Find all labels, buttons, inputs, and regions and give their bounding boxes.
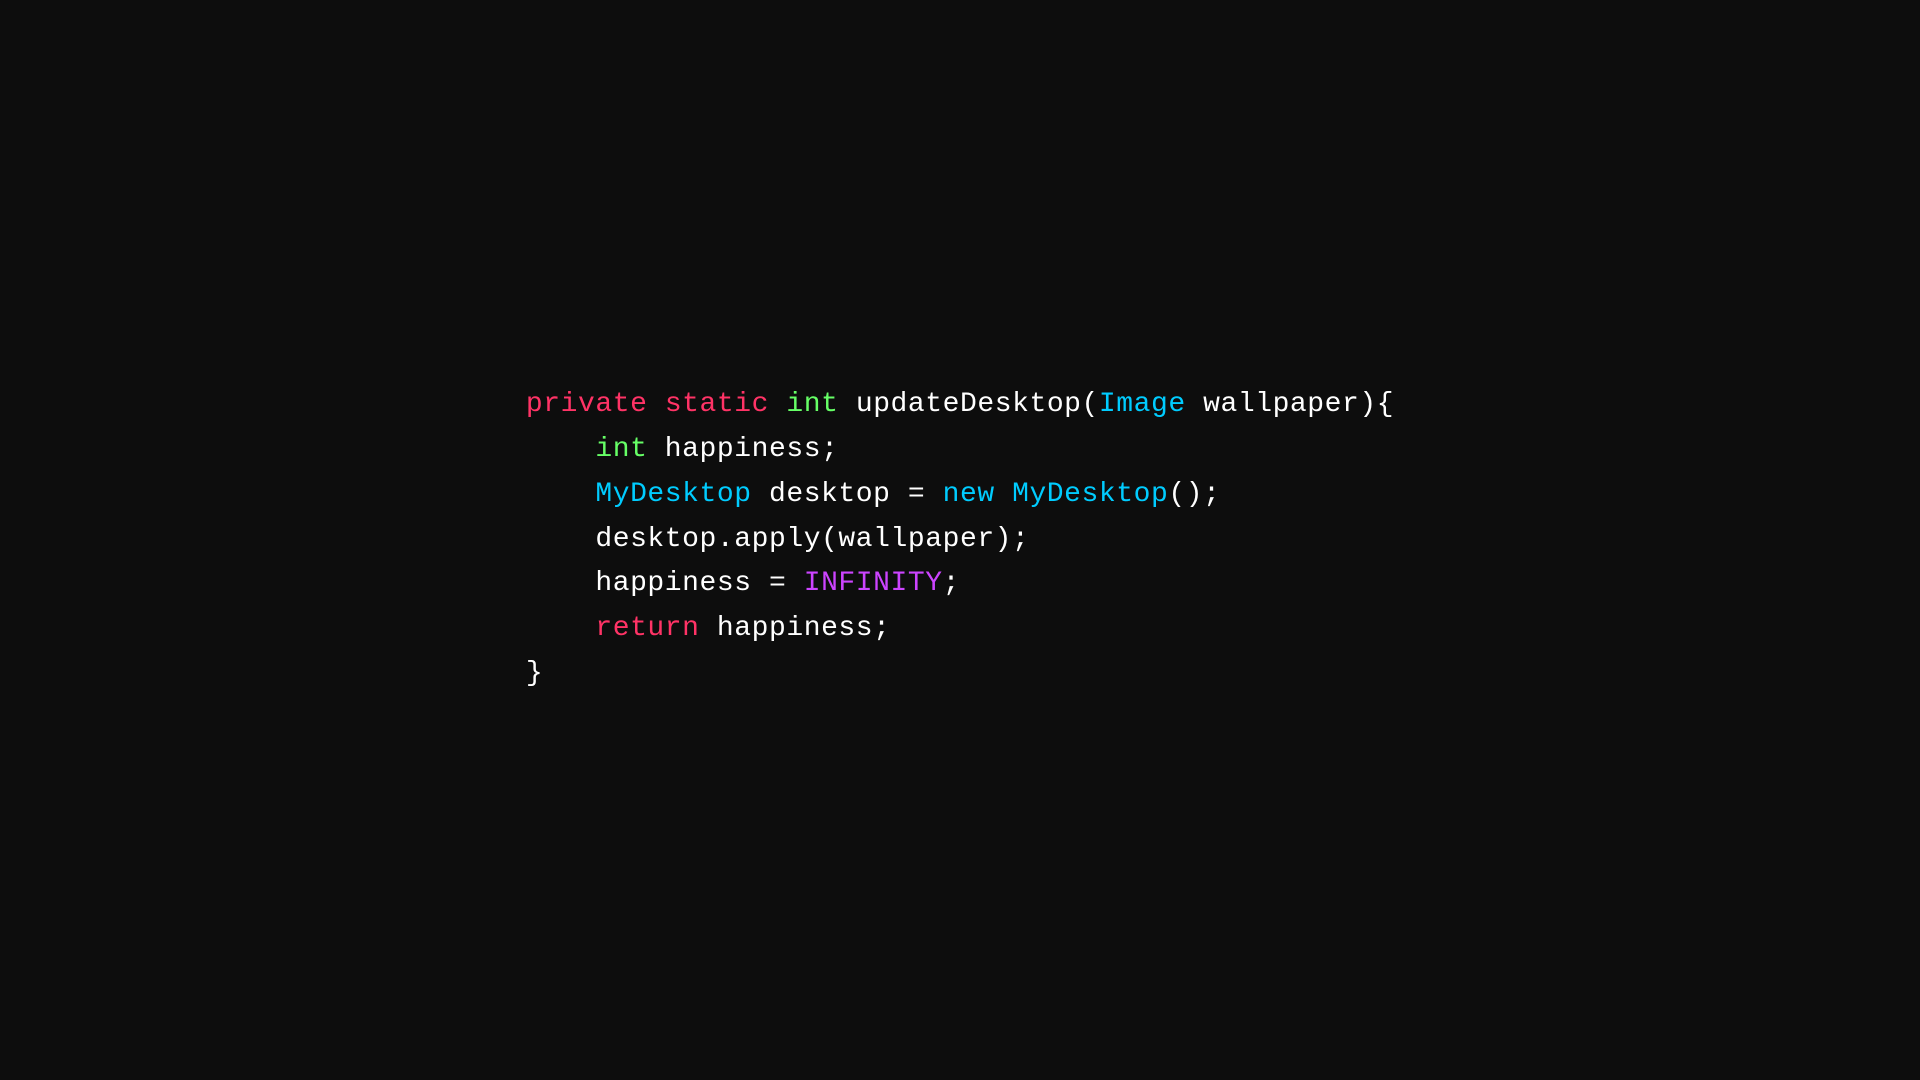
code-token: new	[943, 479, 995, 510]
code-token: }	[526, 658, 543, 689]
code-token: happiness =	[526, 568, 804, 599]
code-token: ();	[1168, 479, 1220, 510]
code-token	[526, 479, 595, 510]
code-token: int	[786, 389, 838, 420]
code-line: private static int updateDesktop(Image w…	[526, 383, 1394, 428]
code-token	[526, 613, 595, 644]
code-line: happiness = INFINITY;	[526, 562, 1394, 607]
code-token: updateDesktop(	[838, 389, 1098, 420]
code-block: private static int updateDesktop(Image w…	[526, 383, 1394, 697]
code-token	[769, 389, 786, 420]
code-token	[995, 479, 1012, 510]
code-line: return happiness;	[526, 607, 1394, 652]
code-token: happiness;	[700, 613, 891, 644]
code-line: }	[526, 652, 1394, 697]
code-token: desktop.apply(wallpaper);	[526, 524, 1030, 555]
code-token: MyDesktop	[595, 479, 751, 510]
code-token: wallpaper){	[1186, 389, 1394, 420]
code-token: int	[595, 434, 647, 465]
code-token: private	[526, 389, 648, 420]
code-token: happiness;	[647, 434, 838, 465]
code-token: ;	[943, 568, 960, 599]
code-token: MyDesktop	[1012, 479, 1168, 510]
code-token: Image	[1099, 389, 1186, 420]
code-token: desktop =	[752, 479, 943, 510]
code-line: int happiness;	[526, 428, 1394, 473]
code-token: static	[665, 389, 769, 420]
code-token: return	[595, 613, 699, 644]
code-token	[647, 389, 664, 420]
code-token: INFINITY	[804, 568, 943, 599]
code-line: desktop.apply(wallpaper);	[526, 518, 1394, 563]
code-token	[526, 434, 595, 465]
code-line: MyDesktop desktop = new MyDesktop();	[526, 473, 1394, 518]
